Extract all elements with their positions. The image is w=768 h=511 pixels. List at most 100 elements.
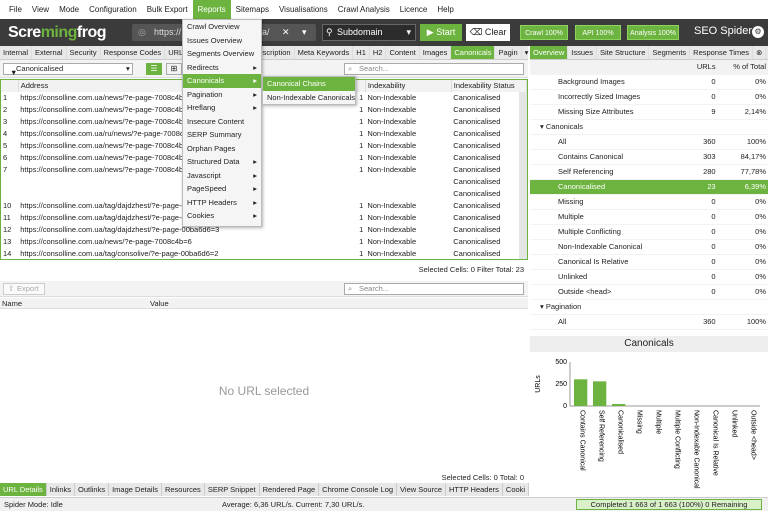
right-tab-segments[interactable]: Segments xyxy=(649,46,691,59)
menu-item-orphan-pages[interactable]: Orphan Pages xyxy=(183,142,261,156)
overview-row[interactable]: Background Images 0 0% xyxy=(530,74,768,90)
menu-reports[interactable]: Reports xyxy=(192,0,231,19)
bottom-tab-chrome-console-log[interactable]: Chrome Console Log xyxy=(319,483,398,496)
analysis-progress-badge[interactable]: Analysis 100% xyxy=(627,25,679,40)
menu-crawl-analysis[interactable]: Crawl Analysis xyxy=(333,0,395,19)
menu-item-http-headers[interactable]: HTTP Headers ▸ xyxy=(183,196,261,210)
overview-row[interactable]: Non-Indexable Canonical 0 0% xyxy=(530,239,768,255)
overview-row[interactable]: Contains Canonical 303 84,17% xyxy=(530,149,768,165)
menu-item-hreflang[interactable]: Hreflang ▸ xyxy=(183,101,261,115)
overview-row[interactable]: Self Referencing 280 77,78% xyxy=(530,164,768,180)
tab-content[interactable]: Content xyxy=(386,46,420,59)
mode-select[interactable]: ⚲ Subdomain ▾ xyxy=(322,24,416,41)
right-tab-issues[interactable]: Issues xyxy=(568,46,597,59)
column-header-indexability-status[interactable]: Indexability Status xyxy=(451,80,527,92)
overview-row[interactable]: Contains Pagination185% xyxy=(530,329,768,330)
overview-row[interactable]: All 360 100% xyxy=(530,134,768,150)
bottom-tab-serp-snippet[interactable]: SERP Snippet xyxy=(205,483,260,496)
menu-help[interactable]: Help xyxy=(432,0,458,19)
overview-row[interactable]: Incorrectly Sized Images 0 0% xyxy=(530,89,768,105)
table-row[interactable]: 7 https://consolline.com.ua/news/?e-page-… xyxy=(1,164,527,176)
bottom-tab-view-source[interactable]: View Source xyxy=(397,483,447,496)
tab-h2[interactable]: H2 xyxy=(370,46,387,59)
table-row[interactable]: 10 https://consolline.com.ua/tag/dajdzhes… xyxy=(1,200,527,212)
overview-row[interactable]: ▾ Pagination xyxy=(530,299,768,315)
table-row[interactable]: 6 https://consolline.com.ua/news/?e-page-… xyxy=(1,152,527,164)
column-header-indexability[interactable]: Indexability xyxy=(365,80,452,92)
tab-canonicals[interactable]: Canonicals xyxy=(451,46,496,59)
search-input[interactable]: ⌕ Search... xyxy=(344,63,524,75)
overview-row[interactable]: Unlinked 0 0% xyxy=(530,269,768,285)
api-progress-badge[interactable]: API 100% xyxy=(575,25,621,40)
overview-row[interactable]: Multiple Conflicting 0 0% xyxy=(530,224,768,240)
menu-bulk-export[interactable]: Bulk Export xyxy=(142,0,193,19)
table-row[interactable]: 14 https://consolline.com.ua/tag/consoliv… xyxy=(1,248,527,259)
name-column-header[interactable]: Name xyxy=(2,298,22,309)
clear-button[interactable]: ⌫ Clear xyxy=(466,24,510,41)
overview-row[interactable]: Canonical Is Relative 0 0% xyxy=(530,254,768,270)
crawl-progress-badge[interactable]: Crawl 100% xyxy=(520,25,568,40)
tab-meta-keywords[interactable]: Meta Keywords xyxy=(295,46,354,59)
tab-external[interactable]: External xyxy=(32,46,67,59)
menu-item-serp-summary[interactable]: SERP Summary xyxy=(183,128,261,142)
menu-view[interactable]: View xyxy=(27,0,54,19)
right-tab-overview[interactable]: Overview xyxy=(530,46,569,59)
menu-item-issues-overview[interactable]: Issues Overview xyxy=(183,34,261,48)
right-tabs-close-icon[interactable]: ⊗ xyxy=(753,46,767,59)
menu-visualisations[interactable]: Visualisations xyxy=(274,0,333,19)
settings-icon[interactable]: ⚙ xyxy=(752,26,764,38)
tab-h1[interactable]: H1 xyxy=(353,46,370,59)
table-row[interactable]: Canonicalised xyxy=(1,188,527,200)
menu-item-structured-data[interactable]: Structured Data ▸ xyxy=(183,155,261,169)
table-row[interactable]: Canonicalised xyxy=(1,176,527,188)
filter-select[interactable]: ▼ Canonicalised ▾ xyxy=(3,63,133,77)
right-tab-response-times[interactable]: Response Times xyxy=(690,46,754,59)
chevron-down-icon[interactable]: ▾ xyxy=(302,24,307,41)
tab-internal[interactable]: Internal xyxy=(0,46,33,59)
table-row[interactable]: 12 https://consolline.com.ua/tag/dajdzhes… xyxy=(1,224,527,236)
overview-header-of-total[interactable]: % of Total xyxy=(717,60,768,75)
overview-row[interactable]: Multiple 0 0% xyxy=(530,209,768,225)
overview-row[interactable]: Canonicalised 23 6,39% xyxy=(530,179,768,195)
menu-item-pagination[interactable]: Pagination ▸ xyxy=(183,88,261,102)
column-header-row-number[interactable] xyxy=(1,80,19,92)
menu-configuration[interactable]: Configuration xyxy=(84,0,142,19)
overview-header-label[interactable] xyxy=(530,60,687,75)
overview-row[interactable]: Missing Size Attributes 9 2,14% xyxy=(530,104,768,120)
list-view-button[interactable]: ☰ xyxy=(146,63,162,75)
tree-view-button[interactable]: ⊞ xyxy=(166,63,182,75)
menu-item-crawl-overview[interactable]: Crawl Overview xyxy=(183,20,261,34)
menu-item-cookies[interactable]: Cookies ▸ xyxy=(183,209,261,223)
bottom-tab-image-details[interactable]: Image Details xyxy=(109,483,162,496)
menu-licence[interactable]: Licence xyxy=(395,0,433,19)
menu-sitemaps[interactable]: Sitemaps xyxy=(231,0,274,19)
tab-pagin[interactable]: Pagin xyxy=(495,46,522,59)
bottom-tab-http-headers[interactable]: HTTP Headers xyxy=(446,483,503,496)
bottom-tab-rendered-page[interactable]: Rendered Page xyxy=(260,483,320,496)
table-row[interactable]: 13 https://consolline.com.ua/news/?e-page… xyxy=(1,236,527,248)
overview-row[interactable]: All 360 100% xyxy=(530,314,768,330)
bottom-tab-url-details[interactable]: URL Details xyxy=(0,483,47,496)
table-row[interactable]: 4 https://consolline.com.ua/ru/news/?e-pa… xyxy=(1,128,527,140)
bottom-tab-cooki[interactable]: Cooki xyxy=(503,483,530,496)
table-row[interactable]: 5 https://consolline.com.ua/news/?e-page-… xyxy=(1,140,527,152)
export-button[interactable]: ⇧ Export xyxy=(3,283,45,295)
overview-row[interactable]: ▾ Canonicals xyxy=(530,119,768,135)
tab-response-codes[interactable]: Response Codes xyxy=(101,46,166,59)
menu-item-insecure-content[interactable]: Insecure Content xyxy=(183,115,261,129)
details-search-input[interactable]: ⌕ Search... xyxy=(344,283,524,295)
table-row[interactable]: 11 https://consolline.com.ua/tag/dajdzhes… xyxy=(1,212,527,224)
bottom-tab-outlinks[interactable]: Outlinks xyxy=(75,483,110,496)
menu-item-redirects[interactable]: Redirects ▸ xyxy=(183,61,261,75)
menu-file[interactable]: File xyxy=(4,0,27,19)
submenu-item-non-indexable-canonicals[interactable]: Non-Indexable Canonicals xyxy=(263,91,355,105)
tab-images[interactable]: Images xyxy=(420,46,452,59)
right-tab-site-structure[interactable]: Site Structure xyxy=(597,46,650,59)
menu-item-pagespeed[interactable]: PageSpeed ▸ xyxy=(183,182,261,196)
menu-item-canonicals[interactable]: Canonicals ▸ xyxy=(183,74,261,88)
menu-item-segments-overview[interactable]: Segments Overview xyxy=(183,47,261,61)
overview-row[interactable]: Outside <head> 0 0% xyxy=(530,284,768,300)
bottom-tab-resources[interactable]: Resources xyxy=(162,483,205,496)
bottom-tab-inlinks[interactable]: Inlinks xyxy=(47,483,75,496)
menu-item-javascript[interactable]: Javascript ▸ xyxy=(183,169,261,183)
